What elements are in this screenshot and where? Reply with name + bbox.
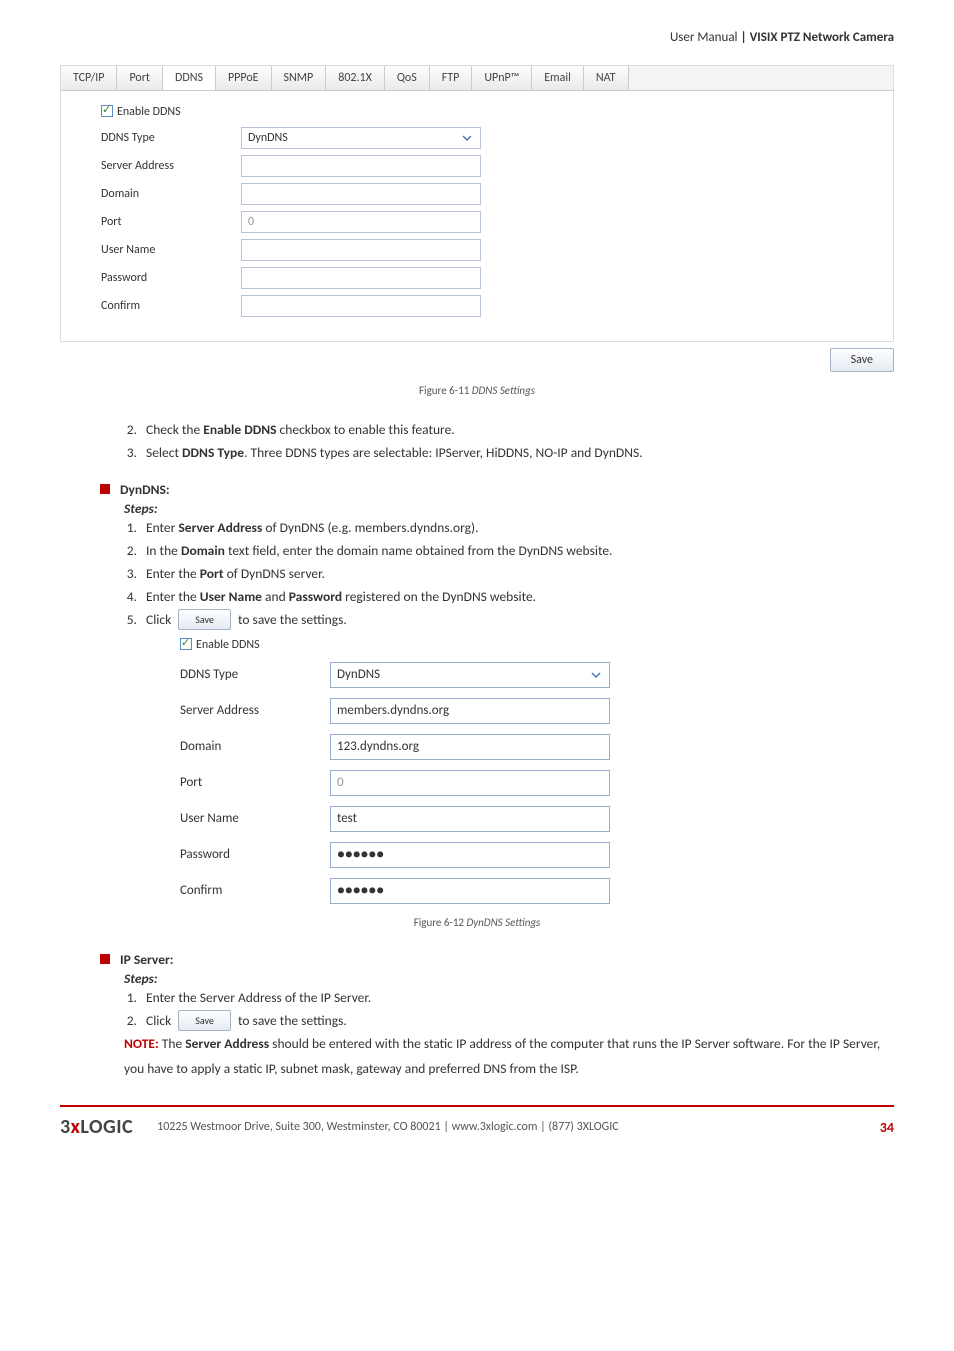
- dyndns-heading: DynDNS:: [100, 481, 894, 498]
- dyndns-example-screenshot: Enable DDNS DDNS Type DynDNS Server Addr…: [180, 638, 640, 904]
- ddns-type-label-2: DDNS Type: [180, 667, 330, 682]
- domain-input[interactable]: [241, 183, 481, 205]
- password-label-2: Password: [180, 847, 330, 862]
- tab-ftp[interactable]: FTP: [430, 66, 473, 90]
- ddns-type-value: DynDNS: [248, 131, 288, 145]
- chevron-down-icon: [589, 668, 603, 682]
- dyndns-step-2: In the Domain text field, enter the doma…: [140, 540, 894, 563]
- ipserver-note: NOTE: The Server Address should be enter…: [124, 1032, 884, 1081]
- dyndns-step-1: Enter Server Address of DynDNS (e.g. mem…: [140, 517, 894, 540]
- dyndns-step-4: Enter the User Name and Password registe…: [140, 586, 894, 609]
- dyndns-steps-label: Steps:: [124, 500, 894, 517]
- dyndns-steps: Enter Server Address of DynDNS (e.g. mem…: [140, 517, 894, 632]
- port-label-2: Port: [180, 775, 330, 790]
- enable-ddns-row: Enable DDNS: [101, 105, 853, 119]
- domain-input-2[interactable]: 123.dyndns.org: [330, 734, 610, 760]
- password-label: Password: [101, 271, 241, 285]
- page-footer: 3xLOGIC 10225 Westmoor Drive, Suite 300,…: [60, 1115, 894, 1139]
- tab-ddns[interactable]: DDNS: [163, 66, 216, 90]
- password-input[interactable]: [241, 267, 481, 289]
- domain-label-2: Domain: [180, 739, 330, 754]
- bullet-icon: [100, 954, 110, 964]
- bullet-icon: [100, 484, 110, 494]
- ddns-type-select-2[interactable]: DynDNS: [330, 662, 610, 688]
- confirm-input-2[interactable]: ●●●●●●: [330, 878, 610, 904]
- port-input[interactable]: 0: [241, 211, 481, 233]
- dyndns-step-3: Enter the Port of DynDNS server.: [140, 563, 894, 586]
- note-label: NOTE:: [124, 1035, 159, 1052]
- confirm-label: Confirm: [101, 299, 241, 313]
- tab-tcpip[interactable]: TCP/IP: [61, 66, 117, 90]
- port-label: Port: [101, 215, 241, 229]
- tab-email[interactable]: Email: [532, 66, 584, 90]
- enable-ddns-checkbox-2[interactable]: [180, 638, 192, 650]
- inline-save-button-2[interactable]: Save: [178, 1010, 231, 1031]
- ipserver-steps-label: Steps:: [124, 970, 894, 987]
- ipserver-step-1: Enter the Server Address of the IP Serve…: [140, 987, 894, 1010]
- domain-label: Domain: [101, 187, 241, 201]
- ipserver-step-2: Click Save to save the settings.: [140, 1010, 894, 1033]
- tab-port[interactable]: Port: [117, 66, 163, 90]
- figure-6-12-caption: Figure 6-12 DynDNS Settings: [60, 916, 894, 929]
- footer-address: 10225 Westmoor Drive, Suite 300, Westmin…: [157, 1120, 619, 1134]
- enable-ddns-checkbox[interactable]: [101, 105, 113, 117]
- ipserver-heading: IP Server:: [100, 951, 894, 968]
- step-3: Select DDNS Type. Three DDNS types are s…: [140, 442, 894, 465]
- tab-qos[interactable]: QoS: [385, 66, 430, 90]
- ddns-type-label: DDNS Type: [101, 131, 241, 145]
- page-header: User Manual | VISIX PTZ Network Camera: [60, 30, 894, 45]
- tab-nat[interactable]: NAT: [584, 66, 629, 90]
- ddns-type-value-2: DynDNS: [337, 667, 380, 682]
- figure-6-11-caption: Figure 6-11 DDNS Settings: [60, 384, 894, 397]
- username-input-2[interactable]: test: [330, 806, 610, 832]
- step-2: Check the Enable DDNS checkbox to enable…: [140, 419, 894, 442]
- enable-ddns-row-2: Enable DDNS: [180, 638, 640, 652]
- username-label-2: User Name: [180, 811, 330, 826]
- ddns-settings-screenshot: TCP/IP Port DDNS PPPoE SNMP 802.1X QoS F…: [60, 65, 894, 342]
- server-address-input-2[interactable]: members.dyndns.org: [330, 698, 610, 724]
- server-address-label: Server Address: [101, 159, 241, 173]
- password-input-2[interactable]: ●●●●●●: [330, 842, 610, 868]
- username-label: User Name: [101, 243, 241, 257]
- port-input-2[interactable]: 0: [330, 770, 610, 796]
- header-title: | VISIX PTZ Network Camera: [740, 30, 894, 45]
- ddns-form: Enable DDNS DDNS Type DynDNS Server Addr…: [61, 91, 893, 341]
- tab-8021x[interactable]: 802.1X: [326, 66, 385, 90]
- footer-divider: [60, 1105, 894, 1107]
- enable-ddns-label-2: Enable DDNS: [196, 638, 260, 652]
- logo: 3xLOGIC: [60, 1115, 133, 1139]
- tab-snmp[interactable]: SNMP: [272, 66, 327, 90]
- server-address-label-2: Server Address: [180, 703, 330, 718]
- confirm-input[interactable]: [241, 295, 481, 317]
- tab-pppoe[interactable]: PPPoE: [216, 66, 272, 90]
- dyndns-step-5: Click Save to save the settings.: [140, 609, 894, 632]
- save-button[interactable]: Save: [830, 348, 894, 372]
- inline-save-button[interactable]: Save: [178, 609, 231, 630]
- enable-ddns-label: Enable DDNS: [117, 105, 181, 119]
- page-number: 34: [880, 1119, 894, 1136]
- header-prefix: User Manual: [670, 30, 741, 45]
- chevron-down-icon: [460, 131, 474, 145]
- save-row: Save: [60, 348, 894, 372]
- settings-tabs: TCP/IP Port DDNS PPPoE SNMP 802.1X QoS F…: [61, 66, 893, 91]
- ipserver-steps: Enter the Server Address of the IP Serve…: [140, 987, 894, 1033]
- post-figure-steps: Check the Enable DDNS checkbox to enable…: [140, 419, 894, 465]
- username-input[interactable]: [241, 239, 481, 261]
- ddns-type-select[interactable]: DynDNS: [241, 127, 481, 149]
- tab-upnp[interactable]: UPnP™: [472, 66, 532, 90]
- server-address-input[interactable]: [241, 155, 481, 177]
- confirm-label-2: Confirm: [180, 883, 330, 898]
